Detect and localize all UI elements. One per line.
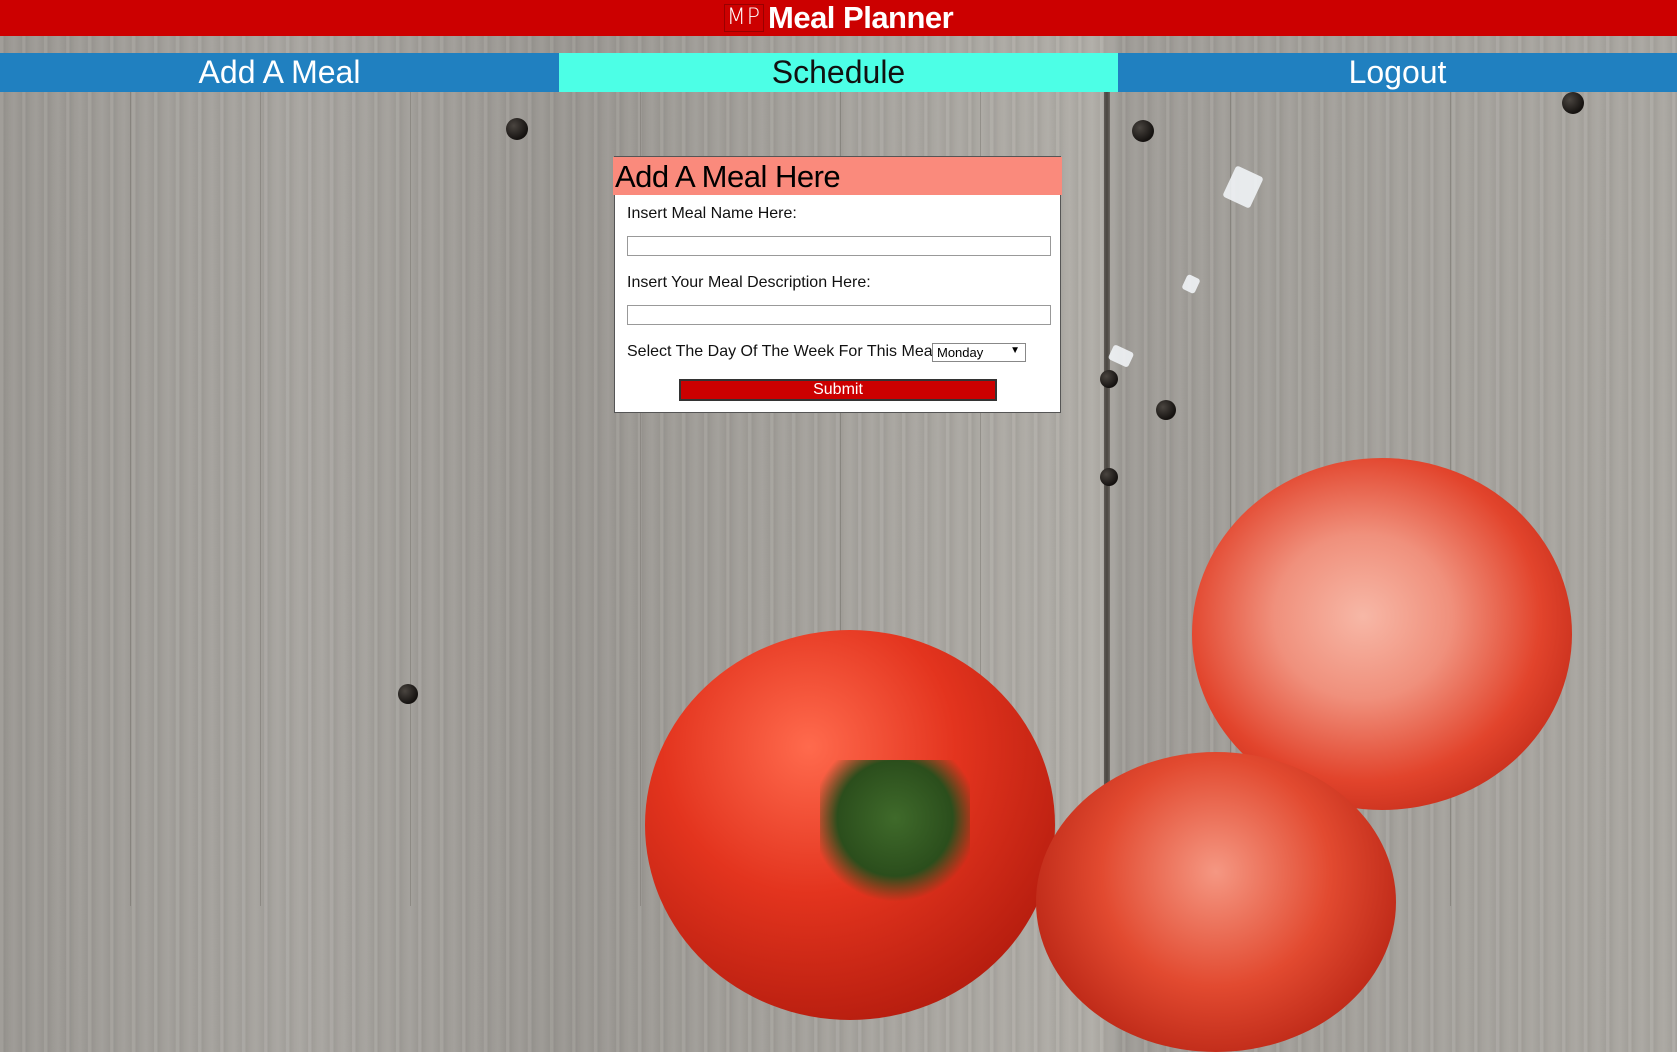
add-meal-form: Add A Meal Here Insert Meal Name Here: I… <box>613 156 1062 413</box>
meal-description-input[interactable] <box>627 305 1051 325</box>
form-title: Add A Meal Here <box>613 157 1062 195</box>
day-of-week-label: Select The Day Of The Week For This Meal… <box>627 343 941 360</box>
main-nav: Add A Meal Schedule Logout <box>0 53 1677 92</box>
top-header: MP Meal Planner <box>0 0 1677 36</box>
meal-name-label: Insert Meal Name Here: <box>627 205 797 222</box>
day-of-week-select[interactable]: Monday ▼ <box>932 343 1026 362</box>
logo-icon[interactable]: MP <box>723 4 764 32</box>
nav-logout[interactable]: Logout <box>1118 53 1677 92</box>
brand-title[interactable]: Meal Planner <box>768 0 954 36</box>
meal-description-label: Insert Your Meal Description Here: <box>627 274 871 291</box>
nav-schedule[interactable]: Schedule <box>559 53 1118 92</box>
day-selected-value: Monday <box>937 345 984 360</box>
dropdown-arrow-icon: ▼ <box>1010 345 1020 356</box>
meal-name-input[interactable] <box>627 236 1051 256</box>
nav-add-a-meal[interactable]: Add A Meal <box>0 53 559 92</box>
submit-button[interactable]: Submit <box>679 379 997 401</box>
